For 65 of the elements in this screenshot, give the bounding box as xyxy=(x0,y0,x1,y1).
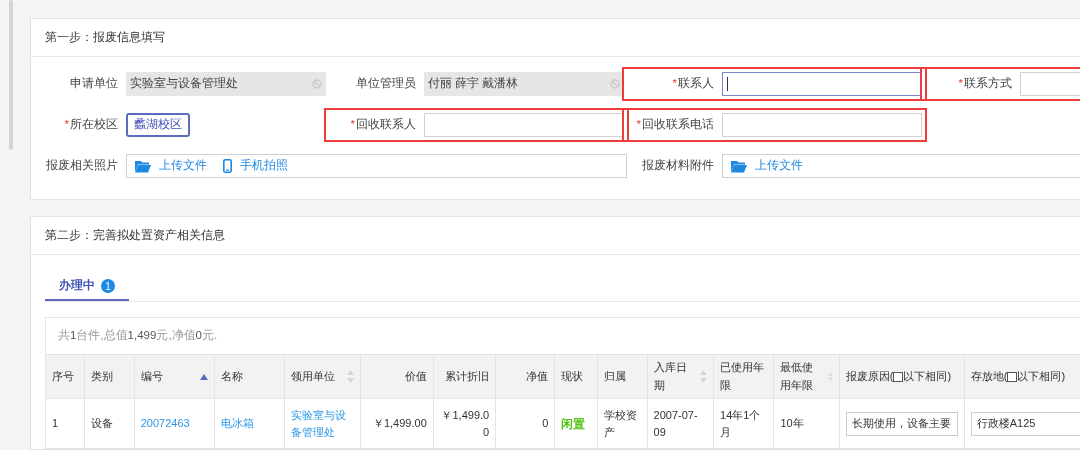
upload-action[interactable]: 上传文件 xyxy=(135,157,207,175)
reason-input[interactable]: 长期使用，设备主要 xyxy=(845,411,958,436)
input-field[interactable] xyxy=(722,72,922,96)
table-cell: 10年 xyxy=(773,398,840,448)
input-field[interactable] xyxy=(424,113,624,137)
table-cell: 学校资产 xyxy=(597,398,648,448)
location-select[interactable]: 行政楼A125 xyxy=(970,411,1080,436)
folder-icon xyxy=(135,159,151,173)
table-cell: 1 xyxy=(46,398,85,448)
campus-tag[interactable]: 蠡湖校区 xyxy=(126,113,190,137)
card-title: 第二步：完善拟处置资产相关信息 xyxy=(45,227,225,243)
sort-icon[interactable] xyxy=(700,370,708,383)
phone-icon xyxy=(223,159,232,173)
sort-icon[interactable] xyxy=(346,370,354,383)
column-header: 现状 xyxy=(561,368,584,384)
checkbox[interactable] xyxy=(1007,371,1018,382)
required-mark: * xyxy=(64,117,69,133)
field-label: 回收联系人 xyxy=(356,117,416,133)
checkbox[interactable] xyxy=(893,371,904,382)
column-header: 已使用年限 xyxy=(720,359,766,393)
column-header: 领用单位 xyxy=(291,368,336,384)
upload-action[interactable]: 上传文件 xyxy=(731,157,803,175)
column-header: 存放地( 以下相同) xyxy=(970,369,1066,385)
scrollbar[interactable] xyxy=(9,0,13,150)
disabled-icon xyxy=(312,79,322,89)
disabled-icon xyxy=(610,79,620,89)
count-badge: 1 xyxy=(101,279,115,293)
tab[interactable]: 办理中 1 xyxy=(45,273,129,301)
column-header: 编号 xyxy=(140,368,163,384)
field-label: 联系方式 xyxy=(964,76,1012,92)
column-header: 净值 xyxy=(526,368,549,384)
field-label: 报废材料附件 xyxy=(642,158,714,174)
column-header: 价值 xyxy=(404,368,427,384)
sort-ascending-icon[interactable] xyxy=(200,373,209,380)
column-header: 类别 xyxy=(91,368,114,384)
required-mark: * xyxy=(672,76,677,92)
required-mark: * xyxy=(958,76,963,92)
table-cell: ￥1,499.00 xyxy=(360,398,434,448)
status-text: 闲置 xyxy=(561,416,586,431)
folder-icon xyxy=(731,159,747,173)
card-title: 第一步：报废信息填写 xyxy=(45,29,165,45)
required-mark: * xyxy=(636,117,641,133)
field-label: 报废相关照片 xyxy=(46,158,118,174)
table-cell: 14年1个月 xyxy=(713,398,774,448)
field-label: 单位管理员 xyxy=(356,76,416,92)
required-mark: * xyxy=(350,117,355,133)
table-cell: 0 xyxy=(495,398,555,448)
table-cell: ￥1,499.00 xyxy=(433,398,496,448)
upload-action[interactable]: 手机拍照 xyxy=(223,157,288,175)
column-header: 最低使用年限 xyxy=(780,359,815,393)
field-label: 所在校区 xyxy=(70,117,118,133)
field-label: 联系人 xyxy=(678,76,714,92)
field-label: 回收联系电话 xyxy=(642,117,714,133)
column-header: 报废原因( 以下相同) xyxy=(845,369,952,385)
input-field[interactable] xyxy=(722,113,922,137)
column-header: 归属 xyxy=(604,368,627,384)
summary-text: 共1台件,总值1,499元,净值0元. xyxy=(58,328,218,344)
column-header: 序号 xyxy=(52,368,74,384)
column-header: 累计折旧 xyxy=(445,368,490,384)
column-header: 名称 xyxy=(221,368,244,384)
sort-icon[interactable] xyxy=(828,370,833,383)
field-label: 申请单位 xyxy=(70,76,118,92)
table-cell: 2007-07-09 xyxy=(647,398,714,448)
column-header: 入库日期 xyxy=(653,359,688,393)
table-cell: 设备 xyxy=(84,398,135,448)
